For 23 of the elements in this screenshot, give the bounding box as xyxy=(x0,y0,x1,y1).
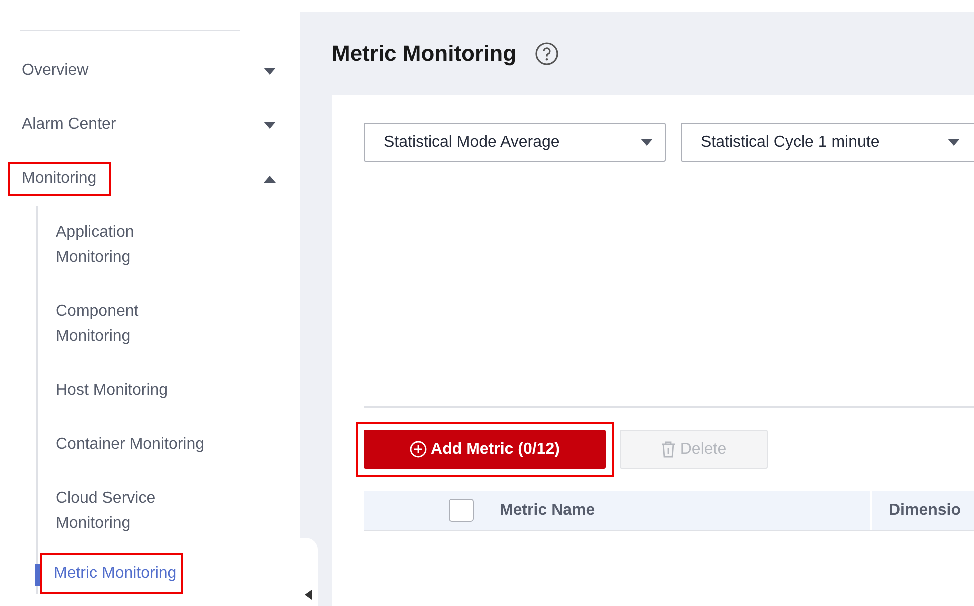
plus-circle-icon xyxy=(410,441,428,458)
filter-dropdown[interactable]: Statistical Cycle 1 minute xyxy=(681,123,974,162)
sidebar-subitem[interactable]: Container Monitoring xyxy=(40,430,210,459)
page-title: Metric Monitoring xyxy=(332,40,517,66)
add-metric-button[interactable]: Add Metric (0/12) xyxy=(364,430,606,469)
collapse-arrow-icon xyxy=(305,590,312,600)
caret-down-icon xyxy=(641,139,653,146)
sidebar-subitem[interactable]: Metric Monitoring xyxy=(40,553,183,594)
filter-dropdown[interactable]: Statistical Mode Average xyxy=(364,123,666,162)
select-all-checkbox[interactable] xyxy=(449,499,474,522)
collapse-handle[interactable] xyxy=(299,538,318,606)
sidebar-subitem[interactable]: Application Monitoring xyxy=(40,218,210,272)
column-header: Dimensio xyxy=(870,491,974,530)
column-header: Metric Name xyxy=(500,500,596,520)
sidebar-subitem[interactable]: Host Monitoring xyxy=(40,376,210,405)
sidebar-item[interactable]: Monitoring xyxy=(8,162,111,196)
sidebar-subitem[interactable]: Cloud Service Monitoring xyxy=(40,484,210,538)
help-icon[interactable] xyxy=(534,42,559,66)
caret-down-icon xyxy=(948,139,960,146)
trash-icon xyxy=(661,441,676,458)
sidebar-subitem[interactable]: Component Monitoring xyxy=(40,297,210,351)
sidebar-item[interactable]: Alarm Center xyxy=(8,108,130,142)
sidebar-item[interactable]: Overview xyxy=(8,54,103,88)
